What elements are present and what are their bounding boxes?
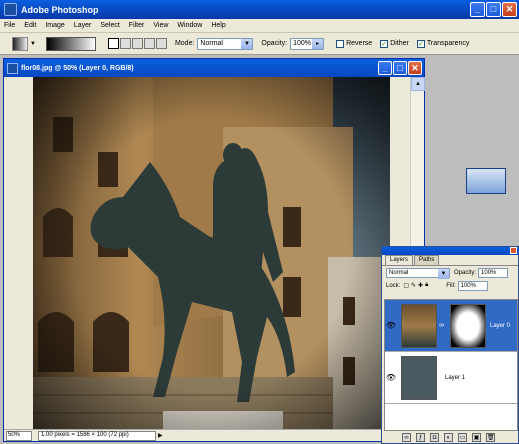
- gradient-type-group: [107, 38, 167, 49]
- menu-help[interactable]: Help: [211, 22, 225, 29]
- minimize-button[interactable]: _: [470, 2, 485, 17]
- linear-gradient-icon[interactable]: [107, 38, 119, 49]
- minimized-document-thumbnail[interactable]: [466, 168, 506, 194]
- opacity-value: 100%: [293, 40, 312, 47]
- opacity-field[interactable]: 100% ▸: [290, 37, 325, 50]
- menu-file[interactable]: File: [4, 22, 15, 29]
- menu-filter[interactable]: Filter: [129, 22, 145, 29]
- new-group-icon[interactable]: ▭: [458, 432, 467, 442]
- menu-layer[interactable]: Layer: [74, 22, 92, 29]
- layer-list: 👁︎ ∞ Layer 0 👁︎ Layer 1: [384, 299, 518, 431]
- blend-row: Normal ▼ Opacity: 100%: [382, 266, 518, 279]
- dither-label: Dither: [390, 40, 409, 47]
- zoom-field[interactable]: 50%: [6, 430, 32, 441]
- layer-opacity-value: 100%: [481, 269, 497, 276]
- gradient-picker[interactable]: [45, 36, 96, 51]
- adjustment-layer-icon[interactable]: ◐: [444, 432, 453, 442]
- transparency-checkbox[interactable]: ✓ Transparency: [416, 39, 470, 48]
- reverse-label: Reverse: [346, 40, 373, 47]
- lock-transparency-icon[interactable]: ▢: [403, 282, 409, 289]
- layer-name: Layer 0: [490, 322, 511, 329]
- palette-title-bar[interactable]: [382, 247, 518, 255]
- fill-field[interactable]: 100%: [457, 280, 488, 291]
- layer-style-icon[interactable]: ƒ: [416, 432, 425, 442]
- document-status-bar: 50% 1.00 pixels = 1586 × 100 (72 ppi) ▶: [4, 429, 424, 441]
- visibility-eye-icon[interactable]: 👁︎: [385, 321, 397, 330]
- layers-palette: Layers Paths Normal ▼ Opacity: 100% Lock…: [381, 246, 519, 444]
- palette-bottom-toolbar: ∞ ƒ ◘ ◐ ▭ ▣ 🗑︎: [382, 431, 518, 443]
- doc-minimize-button[interactable]: _: [378, 61, 392, 75]
- lock-position-icon[interactable]: ✚: [418, 282, 423, 289]
- menu-image[interactable]: Image: [45, 22, 64, 29]
- reflected-gradient-icon[interactable]: [143, 38, 155, 49]
- scroll-up-icon[interactable]: ▲: [411, 77, 425, 91]
- reverse-check-icon: [336, 39, 345, 48]
- mode-label: Mode:: [174, 40, 195, 47]
- chevron-right-icon: ▸: [312, 38, 324, 49]
- layer-thumbnail: [401, 355, 437, 400]
- new-layer-icon[interactable]: ▣: [472, 432, 481, 442]
- lock-row: Lock: ▢ ✎ ✚ 🔒︎ Fill: 100%: [382, 279, 518, 292]
- blend-mode-select[interactable]: Normal ▼: [386, 267, 450, 279]
- diamond-gradient-icon[interactable]: [155, 38, 167, 49]
- blend-mode-value: Normal: [389, 269, 409, 276]
- fill-value: 100%: [460, 282, 476, 289]
- document-title-bar[interactable]: flor08.jpg @ 50% (Layer 0, RGB/8): [4, 59, 424, 77]
- reverse-checkbox[interactable]: Reverse: [336, 39, 373, 48]
- lock-label: Lock:: [386, 282, 401, 289]
- lock-image-icon[interactable]: ✎: [411, 282, 416, 289]
- mode-value: Normal: [200, 40, 223, 47]
- layer-mask-thumbnail[interactable]: [450, 303, 486, 348]
- radial-gradient-icon[interactable]: [119, 38, 131, 49]
- chevron-down-icon: ▼: [241, 38, 253, 49]
- document-canvas[interactable]: [33, 77, 390, 431]
- transparency-label: Transparency: [426, 40, 470, 47]
- maximize-button[interactable]: □: [486, 2, 501, 17]
- angle-gradient-icon[interactable]: [131, 38, 143, 49]
- mode-select[interactable]: Normal ▼: [197, 37, 254, 50]
- app-title-bar: Adobe Photoshop _ □ ✕: [0, 0, 519, 19]
- layer-row-1[interactable]: 👁︎ Layer 1: [385, 352, 517, 404]
- gradient-tool-icon[interactable]: [12, 36, 28, 51]
- document-window: flor08.jpg @ 50% (Layer 0, RGB/8) _ □ ✕: [3, 58, 425, 442]
- link-chain-icon[interactable]: ∞: [439, 322, 444, 329]
- dither-checkbox[interactable]: ✓ Dither: [380, 39, 409, 48]
- layer-opacity-field[interactable]: 100%: [478, 267, 509, 278]
- transparency-check-icon: ✓: [416, 39, 425, 48]
- document-title: flor08.jpg @ 50% (Layer 0, RGB/8): [21, 64, 134, 72]
- dither-check-icon: ✓: [380, 39, 389, 48]
- document-info: 1.00 pixels = 1586 × 100 (72 ppi): [38, 430, 156, 441]
- menu-edit[interactable]: Edit: [24, 22, 36, 29]
- menu-view[interactable]: View: [153, 22, 168, 29]
- menu-window[interactable]: Window: [177, 22, 202, 29]
- palette-close-icon[interactable]: [510, 247, 517, 254]
- options-bar: ▼ Mode: Normal ▼ Opacity: 100% ▸ Reverse…: [0, 33, 519, 55]
- document-icon: [7, 62, 18, 74]
- layer-name: Layer 1: [445, 374, 466, 381]
- link-layers-icon[interactable]: ∞: [402, 432, 411, 442]
- layer-row-0[interactable]: 👁︎ ∞ Layer 0: [385, 300, 517, 352]
- tool-preset-dropdown-icon[interactable]: ▼: [30, 41, 36, 47]
- menu-select[interactable]: Select: [100, 22, 119, 29]
- layer-thumbnail: [401, 303, 437, 348]
- delete-layer-icon[interactable]: 🗑︎: [486, 432, 495, 442]
- tab-paths[interactable]: Paths: [414, 255, 440, 265]
- doc-maximize-button[interactable]: □: [393, 61, 407, 75]
- add-mask-icon[interactable]: ◘: [430, 432, 439, 442]
- doc-close-button[interactable]: ✕: [408, 61, 422, 75]
- opacity-label: Opacity:: [261, 40, 288, 47]
- fill-label: Fill:: [446, 282, 456, 289]
- palette-tabs: Layers Paths: [382, 255, 518, 266]
- visibility-eye-icon[interactable]: 👁︎: [385, 373, 397, 382]
- close-button[interactable]: ✕: [502, 2, 517, 17]
- layer-opacity-label: Opacity:: [454, 269, 477, 276]
- app-title: Adobe Photoshop: [21, 4, 99, 15]
- lock-all-icon[interactable]: 🔒︎: [425, 282, 428, 289]
- status-menu-arrow-icon[interactable]: ▶: [158, 432, 163, 439]
- photoshop-app-icon: [4, 3, 17, 16]
- chevron-down-icon: ▼: [438, 268, 449, 279]
- tab-layers[interactable]: Layers: [385, 255, 414, 265]
- menu-bar: File Edit Image Layer Select Filter View…: [0, 19, 519, 33]
